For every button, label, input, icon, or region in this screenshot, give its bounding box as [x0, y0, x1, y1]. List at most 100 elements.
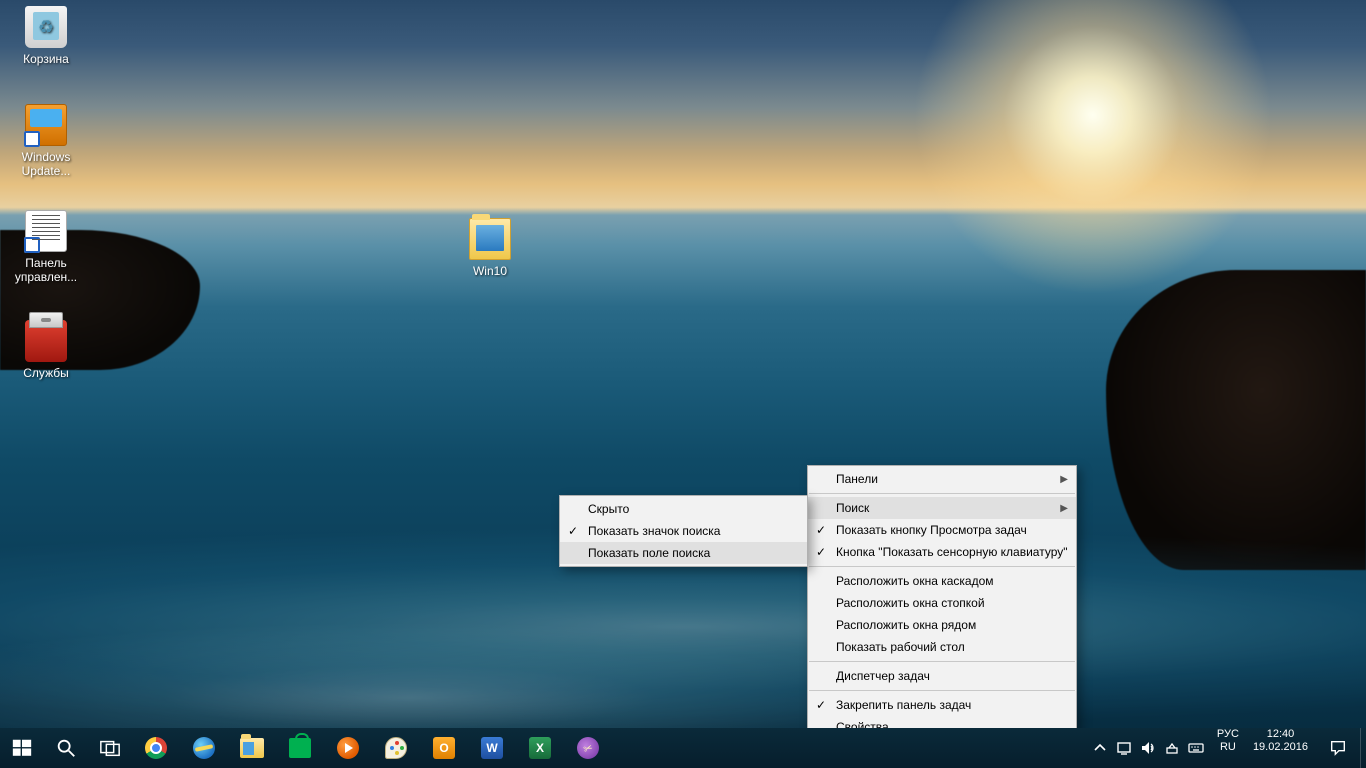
- taskbar-app-media-player[interactable]: [324, 728, 372, 768]
- chevron-up-icon: [1092, 740, 1108, 756]
- taskbar-app-chrome[interactable]: [132, 728, 180, 768]
- store-icon: [289, 738, 311, 758]
- speaker-icon: [1140, 740, 1156, 756]
- taskbar-app-explorer[interactable]: [228, 728, 276, 768]
- outlook-icon: O: [433, 737, 455, 759]
- recycle-bin-icon: [25, 6, 67, 48]
- menu-item-label: Поиск: [836, 501, 869, 515]
- show-desktop-button[interactable]: [1360, 728, 1366, 768]
- clock-date: 19.02.2016: [1253, 741, 1308, 754]
- menu-item-label: Расположить окна каскадом: [836, 574, 994, 588]
- chevron-right-icon: ▶: [1060, 474, 1068, 485]
- menu-separator: [809, 566, 1075, 567]
- snipping-tool-icon: [577, 737, 599, 759]
- desktop-icon-control-panel[interactable]: Панель управлен...: [8, 210, 84, 285]
- menu-separator: [809, 661, 1075, 662]
- chevron-right-icon: ▶: [1060, 503, 1068, 514]
- excel-icon: X: [529, 737, 551, 759]
- folder-icon: [469, 218, 511, 260]
- tray-safely-remove[interactable]: [1161, 728, 1183, 768]
- taskbar-app-word[interactable]: W: [468, 728, 516, 768]
- taskbar-spacer: [612, 728, 1085, 768]
- menu-item-label: Показать поле поиска: [588, 546, 710, 560]
- clock-time: 12:40: [1253, 728, 1308, 741]
- taskbar-menu-item[interactable]: ✓ Закрепить панель задач: [808, 694, 1076, 716]
- icon-label: Win10: [471, 263, 509, 279]
- start-button[interactable]: [0, 728, 44, 768]
- word-icon: W: [481, 737, 503, 759]
- menu-item-label: Показать значок поиска: [588, 524, 720, 538]
- taskbar-search-button[interactable]: [44, 728, 88, 768]
- internet-explorer-icon: [193, 737, 215, 759]
- notifications-icon: [1329, 739, 1347, 757]
- task-view-icon: [99, 737, 121, 759]
- check-icon: ✓: [816, 698, 826, 712]
- file-explorer-icon: [240, 738, 264, 758]
- icon-label: Службы: [21, 365, 70, 381]
- lang-line2: RU: [1217, 741, 1239, 754]
- usb-eject-icon: [1164, 740, 1180, 756]
- desktop-icon-windows-update[interactable]: Windows Update...: [8, 104, 84, 179]
- language-indicator[interactable]: РУС RU: [1211, 728, 1245, 768]
- taskbar-app-store[interactable]: [276, 728, 324, 768]
- taskbar-app-ie[interactable]: [180, 728, 228, 768]
- search-submenu-item[interactable]: Скрыто: [560, 498, 807, 520]
- tray-network[interactable]: [1113, 728, 1135, 768]
- action-center-button[interactable]: [1316, 728, 1360, 768]
- taskbar-context-submenu-search[interactable]: Скрыто ✓ Показать значок поиска Показать по…: [559, 495, 808, 567]
- icon-label: Корзина: [21, 51, 71, 67]
- windows-logo-icon: [11, 737, 33, 759]
- taskbar-context-menu[interactable]: Панели ▶ Поиск ▶ ✓ Показать кнопку Просмотра …: [807, 465, 1077, 741]
- check-icon: ✓: [816, 545, 826, 559]
- check-icon: ✓: [816, 523, 826, 537]
- windows-update-icon: [25, 104, 67, 146]
- taskbar-menu-item[interactable]: ✓ Кнопка "Показать сенсорную клавиатуру": [808, 541, 1076, 563]
- search-icon: [55, 737, 77, 759]
- chrome-icon: [145, 737, 167, 759]
- paint-icon: [385, 737, 407, 759]
- taskbar-menu-item[interactable]: ✓ Показать кнопку Просмотра задач: [808, 519, 1076, 541]
- taskbar-clock[interactable]: 12:40 19.02.2016: [1245, 728, 1316, 768]
- menu-item-label: Показать рабочий стол: [836, 640, 965, 654]
- tray-keyboard[interactable]: [1185, 728, 1207, 768]
- taskbar-app-paint[interactable]: [372, 728, 420, 768]
- menu-separator: [809, 493, 1075, 494]
- task-view-button[interactable]: [88, 728, 132, 768]
- search-submenu-item[interactable]: Показать поле поиска: [560, 542, 807, 564]
- desktop-icon-win10-folder[interactable]: Win10: [452, 218, 528, 279]
- menu-item-label: Закрепить панель задач: [836, 698, 971, 712]
- menu-item-label: Диспетчер задач: [836, 669, 930, 683]
- taskbar-app-snipping-tool[interactable]: [564, 728, 612, 768]
- menu-item-label: Расположить окна стопкой: [836, 596, 985, 610]
- control-panel-icon: [25, 210, 67, 252]
- desktop-icon-recycle-bin[interactable]: Корзина: [8, 6, 84, 67]
- tray-volume[interactable]: [1137, 728, 1159, 768]
- menu-item-label: Скрыто: [588, 502, 629, 516]
- check-icon: ✓: [568, 524, 578, 538]
- taskbar[interactable]: O W X РУС RU 12:40 19.02.2016: [0, 728, 1366, 768]
- taskbar-app-outlook[interactable]: O: [420, 728, 468, 768]
- system-tray[interactable]: [1085, 728, 1211, 768]
- tray-show-hidden-icons[interactable]: [1089, 728, 1111, 768]
- desktop-icon-services[interactable]: Службы: [8, 320, 84, 381]
- taskbar-menu-item[interactable]: Диспетчер задач: [808, 665, 1076, 687]
- menu-item-label: Панели: [836, 472, 878, 486]
- search-submenu-item[interactable]: ✓ Показать значок поиска: [560, 520, 807, 542]
- media-player-icon: [337, 737, 359, 759]
- network-icon: [1116, 740, 1132, 756]
- taskbar-menu-item[interactable]: Поиск ▶: [808, 497, 1076, 519]
- taskbar-menu-item[interactable]: Расположить окна рядом: [808, 614, 1076, 636]
- menu-item-label: Расположить окна рядом: [836, 618, 976, 632]
- taskbar-menu-item[interactable]: Показать рабочий стол: [808, 636, 1076, 658]
- menu-separator: [809, 690, 1075, 691]
- taskbar-app-excel[interactable]: X: [516, 728, 564, 768]
- taskbar-menu-item[interactable]: Расположить окна стопкой: [808, 592, 1076, 614]
- lang-line1: РУС: [1217, 728, 1239, 741]
- desktop[interactable]: Корзина Windows Update... Панель управле…: [0, 0, 1366, 728]
- icon-label: Windows Update...: [8, 149, 84, 179]
- icon-label: Панель управлен...: [8, 255, 84, 285]
- taskbar-menu-item[interactable]: Расположить окна каскадом: [808, 570, 1076, 592]
- taskbar-menu-item[interactable]: Панели ▶: [808, 468, 1076, 490]
- menu-item-label: Показать кнопку Просмотра задач: [836, 523, 1027, 537]
- menu-item-label: Кнопка "Показать сенсорную клавиатуру": [836, 545, 1068, 559]
